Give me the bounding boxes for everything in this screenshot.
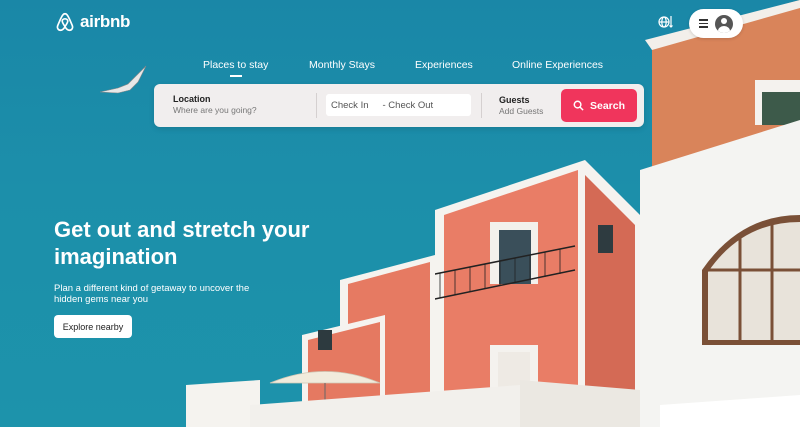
search-bar: Location Where are you going? Check In -…	[154, 84, 644, 127]
language-selector[interactable]	[657, 14, 673, 33]
hero-section: airbnb Places to stay Monthly Stays Expe…	[0, 0, 800, 427]
hero-headline: Get out and stretch your imagination	[54, 217, 310, 269]
nav-item-experiences[interactable]: Experiences	[415, 59, 473, 71]
nav-item-monthly-stays[interactable]: Monthly Stays	[309, 59, 375, 71]
search-button[interactable]: Search	[561, 89, 637, 122]
guests-field[interactable]: Guests Add Guests	[499, 95, 543, 116]
airbnb-logo-icon	[56, 12, 74, 32]
location-placeholder: Where are you going?	[173, 105, 257, 115]
guests-placeholder: Add Guests	[499, 106, 544, 116]
guests-label: Guests	[499, 95, 530, 105]
category-nav: Places to stay Monthly Stays Experiences…	[0, 59, 800, 79]
location-field[interactable]: Location Where are you going?	[173, 94, 257, 115]
hamburger-icon	[698, 19, 708, 28]
dates-field[interactable]: Check In - Check Out	[326, 94, 471, 116]
check-out-input[interactable]: - Check Out	[383, 100, 434, 111]
search-icon	[573, 100, 584, 111]
globe-icon	[658, 16, 673, 28]
divider	[481, 93, 482, 118]
hero-subline: Plan a different kind of getaway to unco…	[54, 283, 250, 305]
airbnb-logo[interactable]: airbnb	[54, 11, 130, 33]
divider	[316, 93, 317, 118]
nav-item-places-to-stay[interactable]: Places to stay	[203, 59, 268, 77]
user-menu-button[interactable]	[689, 9, 743, 38]
user-avatar-icon	[715, 14, 734, 33]
search-button-label: Search	[589, 99, 626, 112]
explore-nearby-button[interactable]: Explore nearby	[54, 315, 132, 338]
check-in-input[interactable]: Check In	[331, 100, 369, 111]
brand-name: airbnb	[80, 12, 131, 31]
location-label: Location	[173, 94, 211, 104]
nav-item-online-experiences[interactable]: Online Experiences	[512, 59, 603, 71]
